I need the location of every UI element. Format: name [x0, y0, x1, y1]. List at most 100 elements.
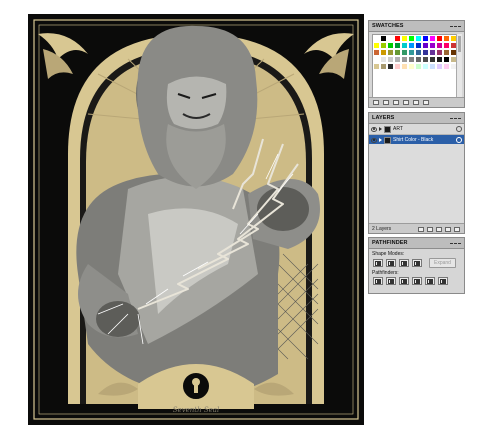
- delete-swatch-button[interactable]: [423, 100, 429, 105]
- color-swatch[interactable]: [443, 49, 450, 56]
- color-swatch[interactable]: [422, 63, 429, 70]
- color-swatch[interactable]: [394, 35, 401, 42]
- exclude-button[interactable]: [412, 259, 422, 267]
- color-swatch[interactable]: [429, 49, 436, 56]
- color-swatch[interactable]: [436, 63, 443, 70]
- color-swatch[interactable]: [394, 42, 401, 49]
- color-swatch[interactable]: [408, 42, 415, 49]
- color-swatch[interactable]: [429, 56, 436, 63]
- color-swatch[interactable]: [373, 56, 380, 63]
- color-swatch[interactable]: [443, 56, 450, 63]
- artwork-canvas[interactable]: Seventh Seal: [28, 14, 364, 425]
- color-swatch[interactable]: [380, 49, 387, 56]
- make-clipping-mask-button[interactable]: [427, 227, 433, 232]
- outline-button[interactable]: [425, 277, 435, 285]
- minus-front-button[interactable]: [386, 259, 396, 267]
- swatches-tab[interactable]: SWATCHES: [369, 21, 464, 32]
- show-kinds-button[interactable]: [383, 100, 389, 105]
- new-sublayer-button[interactable]: [436, 227, 442, 232]
- color-swatch[interactable]: [380, 56, 387, 63]
- swatch-options-button[interactable]: [393, 100, 399, 105]
- minus-back-button[interactable]: [438, 277, 448, 285]
- color-swatch[interactable]: [422, 42, 429, 49]
- layer-label: Shirt Color - Black: [393, 137, 434, 143]
- pathfinders-label: Pathfinders:: [372, 270, 399, 276]
- layer-row-art[interactable]: ART: [369, 124, 464, 135]
- locate-object-button[interactable]: [418, 227, 424, 232]
- target-circle-icon[interactable]: [456, 137, 462, 143]
- color-swatch[interactable]: [387, 56, 394, 63]
- color-swatch[interactable]: [373, 63, 380, 70]
- color-swatch[interactable]: [401, 42, 408, 49]
- shape-modes-row: Expand: [369, 258, 464, 268]
- color-swatch[interactable]: [408, 35, 415, 42]
- color-swatch[interactable]: [436, 49, 443, 56]
- panel-menu-icon[interactable]: [450, 117, 461, 119]
- expand-triangle-icon[interactable]: [379, 127, 382, 131]
- color-swatch[interactable]: [380, 63, 387, 70]
- color-swatch[interactable]: [429, 35, 436, 42]
- color-swatch[interactable]: [436, 42, 443, 49]
- color-swatch[interactable]: [422, 56, 429, 63]
- color-swatch[interactable]: [408, 63, 415, 70]
- color-swatch[interactable]: [436, 35, 443, 42]
- color-swatch[interactable]: [443, 42, 450, 49]
- color-swatch[interactable]: [408, 49, 415, 56]
- color-swatch[interactable]: [422, 49, 429, 56]
- new-color-group-button[interactable]: [403, 100, 409, 105]
- swatch-libraries-button[interactable]: [373, 100, 379, 105]
- color-swatch[interactable]: [401, 49, 408, 56]
- pathfinder-tab[interactable]: PATHFINDER: [369, 238, 464, 249]
- layers-tab[interactable]: LAYERS: [369, 113, 464, 124]
- target-circle-icon[interactable]: [456, 126, 462, 132]
- intersect-button[interactable]: [399, 259, 409, 267]
- color-swatch[interactable]: [373, 42, 380, 49]
- expand-button[interactable]: Expand: [429, 258, 456, 268]
- panel-menu-icon[interactable]: [450, 242, 461, 244]
- crop-button[interactable]: [412, 277, 422, 285]
- panel-menu-icon[interactable]: [450, 25, 461, 27]
- color-swatch[interactable]: [373, 35, 380, 42]
- trim-button[interactable]: [386, 277, 396, 285]
- color-swatch[interactable]: [394, 63, 401, 70]
- swatches-scrollbar[interactable]: [456, 34, 462, 97]
- swatch-grid[interactable]: [372, 34, 459, 99]
- visibility-eye-icon[interactable]: [371, 137, 377, 143]
- color-swatch[interactable]: [394, 56, 401, 63]
- new-swatch-button[interactable]: [413, 100, 419, 105]
- expand-triangle-icon[interactable]: [379, 138, 382, 142]
- color-swatch[interactable]: [387, 63, 394, 70]
- pathfinders-row: [369, 277, 464, 285]
- color-swatch[interactable]: [394, 49, 401, 56]
- merge-button[interactable]: [399, 277, 409, 285]
- color-swatch[interactable]: [387, 35, 394, 42]
- color-swatch[interactable]: [443, 63, 450, 70]
- color-swatch[interactable]: [415, 49, 422, 56]
- color-swatch[interactable]: [401, 35, 408, 42]
- layers-count: 2 Layers: [372, 226, 392, 232]
- color-swatch[interactable]: [415, 56, 422, 63]
- color-swatch[interactable]: [380, 35, 387, 42]
- unite-button[interactable]: [373, 259, 383, 267]
- color-swatch[interactable]: [401, 63, 408, 70]
- color-swatch[interactable]: [429, 63, 436, 70]
- delete-layer-button[interactable]: [454, 227, 460, 232]
- color-swatch[interactable]: [387, 42, 394, 49]
- color-swatch[interactable]: [401, 56, 408, 63]
- pathfinder-title: PATHFINDER: [372, 240, 408, 246]
- visibility-eye-icon[interactable]: [371, 126, 377, 132]
- color-swatch[interactable]: [408, 56, 415, 63]
- shape-modes-label: Shape Modes:: [372, 251, 405, 257]
- color-swatch[interactable]: [429, 42, 436, 49]
- color-swatch[interactable]: [422, 35, 429, 42]
- color-swatch[interactable]: [415, 35, 422, 42]
- color-swatch[interactable]: [415, 63, 422, 70]
- color-swatch[interactable]: [443, 35, 450, 42]
- color-swatch[interactable]: [373, 49, 380, 56]
- divide-button[interactable]: [373, 277, 383, 285]
- color-swatch[interactable]: [387, 49, 394, 56]
- color-swatch[interactable]: [415, 42, 422, 49]
- color-swatch[interactable]: [380, 42, 387, 49]
- new-layer-button[interactable]: [445, 227, 451, 232]
- color-swatch[interactable]: [436, 56, 443, 63]
